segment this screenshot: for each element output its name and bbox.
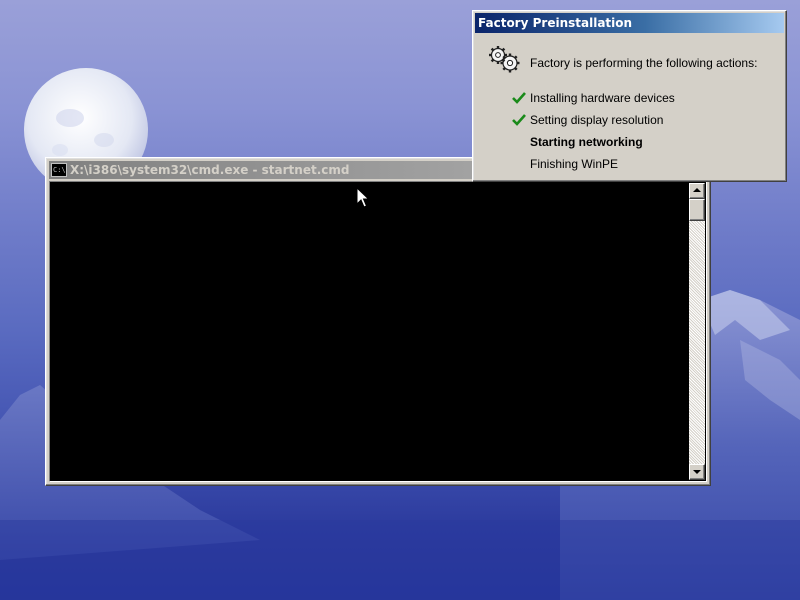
scroll-down-button[interactable] (689, 464, 705, 480)
step-starting-networking: Starting networking (511, 134, 643, 150)
checkmark-icon (512, 114, 526, 126)
step-finishing-winpe: Finishing WinPE (511, 156, 618, 172)
factory-dialog[interactable]: Factory Preinstallation Factory is perfo… (472, 10, 787, 182)
console-output[interactable] (51, 183, 688, 480)
checkmark-icon (512, 92, 526, 104)
cmd-window[interactable]: C:\ X:\i386\system32\cmd.exe - startnet.… (45, 157, 711, 486)
arrow-up-icon (693, 188, 701, 192)
cmd-client-area (49, 181, 707, 482)
step-label: Setting display resolution (530, 113, 664, 127)
factory-titlebar[interactable]: Factory Preinstallation (475, 13, 784, 33)
gears-icon (489, 46, 520, 73)
vertical-scrollbar[interactable] (689, 183, 705, 480)
cmd-console-icon[interactable]: C:\ (51, 163, 67, 177)
factory-dialog-body: Factory is performing the following acti… (475, 33, 784, 179)
step-label: Installing hardware devices (530, 91, 675, 105)
cmd-window-title: X:\i386\system32\cmd.exe - startnet.cmd (70, 163, 350, 177)
mouse-pointer-icon (356, 187, 370, 208)
step-display-resolution: Setting display resolution (511, 112, 663, 128)
step-label: Finishing WinPE (530, 157, 619, 171)
scroll-up-button[interactable] (689, 183, 705, 199)
factory-dialog-title: Factory Preinstallation (478, 16, 633, 30)
step-spacer (511, 157, 527, 171)
dialog-intro-text: Factory is performing the following acti… (530, 56, 758, 70)
scroll-thumb[interactable] (689, 199, 705, 221)
step-spacer (511, 135, 527, 149)
arrow-down-icon (693, 470, 701, 474)
step-installing-hardware: Installing hardware devices (511, 90, 675, 106)
step-label: Starting networking (530, 135, 643, 149)
